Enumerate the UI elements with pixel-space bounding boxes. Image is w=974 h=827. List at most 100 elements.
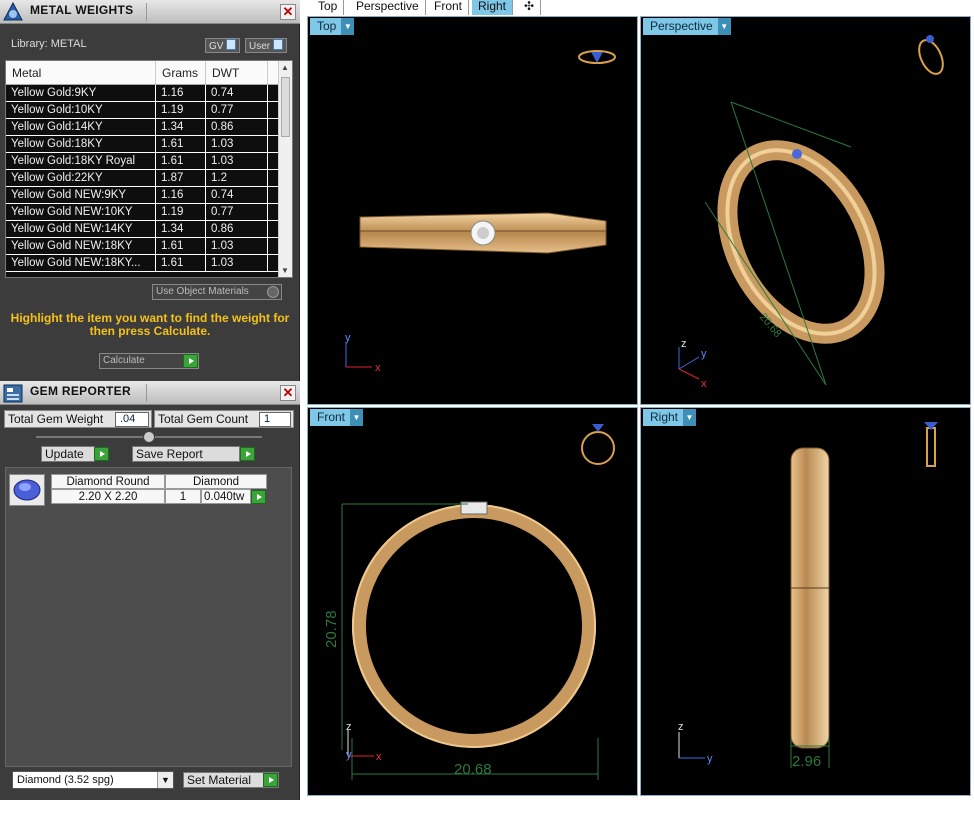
metal-table[interactable]: Metal Grams DWT Yellow Gold:9KY 1.16 0.74 Y… <box>5 60 293 278</box>
gem-list: Diamond Round Diamond 2.20 X 2.20 1 0.04… <box>5 467 292 767</box>
panel-grip[interactable] <box>146 384 276 402</box>
toggle-knob-icon <box>273 39 284 50</box>
svg-text:z: z <box>678 721 684 733</box>
metal-cell: Yellow Gold:18KY <box>6 136 156 152</box>
metal-cell: Yellow Gold:22KY <box>6 170 156 186</box>
scroll-up-icon[interactable]: ▲ <box>281 63 289 72</box>
table-row[interactable]: Yellow Gold NEW:18KY 1.61 1.03 <box>6 238 292 255</box>
gem-thumbnail[interactable] <box>9 474 45 506</box>
scroll-thumb[interactable] <box>281 77 290 137</box>
table-row[interactable]: Yellow Gold NEW:14KY 1.34 0.86 <box>6 221 292 238</box>
table-header: Metal Grams DWT <box>6 61 292 85</box>
ring-thumbnail-icon <box>578 50 616 64</box>
viewport-perspective[interactable]: Perspective ▼ 20.68 z y x <box>640 16 971 405</box>
metal-cell: Yellow Gold:10KY <box>6 102 156 118</box>
viewport-right[interactable]: Right ▼ 2.96 z y <box>640 407 971 796</box>
svg-text:y: y <box>345 332 351 344</box>
left-panel: METAL WEIGHTS ✕ Library: METAL GV User M… <box>0 0 300 800</box>
table-row[interactable]: Yellow Gold NEW:10KY 1.19 0.77 <box>6 204 292 221</box>
grams-cell: 1.34 <box>156 221 206 237</box>
column-header-dwt[interactable]: DWT <box>206 61 268 84</box>
table-row[interactable]: Yellow Gold:18KY Royal 1.61 1.03 <box>6 153 292 170</box>
front-view-canvas: 20.78 20.68 z y x <box>323 424 615 780</box>
table-row[interactable]: Yellow Gold NEW:18KY... 1.61 1.03 <box>6 255 292 272</box>
gem-go-icon[interactable] <box>251 490 266 504</box>
tab-perspective[interactable]: Perspective <box>350 0 426 15</box>
gv-toggle[interactable]: GV <box>205 38 241 53</box>
close-icon[interactable]: ✕ <box>280 385 296 401</box>
table-row[interactable]: Yellow Gold:18KY 1.61 1.03 <box>6 136 292 153</box>
material-select[interactable]: Diamond (3.52 spg) ▼ <box>12 771 174 789</box>
viewport-tabs: Top Perspective Front Right ✣ <box>306 0 974 15</box>
axis-indicator-icon: y x <box>345 332 381 374</box>
material-select-value: Diamond (3.52 spg) <box>17 774 114 786</box>
dwt-cell: 1.03 <box>206 255 268 271</box>
tab-top[interactable]: Top <box>312 0 345 15</box>
table-row[interactable]: Yellow Gold:22KY 1.87 1.2 <box>6 170 292 187</box>
grams-cell: 1.19 <box>156 102 206 118</box>
gem-count: 1 <box>165 489 201 504</box>
ring-perspective-view <box>717 140 885 344</box>
column-header-grams[interactable]: Grams <box>156 61 206 84</box>
dwt-cell: 0.77 <box>206 102 268 118</box>
ring-thumbnail-icon <box>924 422 938 467</box>
instruction-text: Highlight the item you want to find the … <box>10 311 290 338</box>
metal-cell: Yellow Gold NEW:18KY <box>6 238 156 254</box>
use-object-materials-toggle[interactable]: Use Object Materials <box>152 284 282 300</box>
gv-label: GV <box>209 41 224 52</box>
chevron-down-icon[interactable]: ▼ <box>157 772 173 788</box>
grams-cell: 1.19 <box>156 204 206 220</box>
right-width-dimension: 2.96 <box>792 753 821 770</box>
svg-text:x: x <box>376 751 382 763</box>
grams-cell: 1.61 <box>156 255 206 271</box>
dwt-cell: 0.86 <box>206 119 268 135</box>
round-diamond-icon <box>13 479 41 501</box>
grams-cell: 1.34 <box>156 119 206 135</box>
dwt-cell: 0.74 <box>206 187 268 203</box>
svg-text:x: x <box>701 378 707 390</box>
tab-right[interactable]: Right <box>472 0 514 15</box>
svg-text:z: z <box>681 338 687 350</box>
front-width-dimension: 20.68 <box>454 761 492 778</box>
save-report-go-icon[interactable] <box>240 447 255 461</box>
set-material-go-icon[interactable] <box>263 773 278 787</box>
grams-cell: 1.16 <box>156 85 206 101</box>
table-row[interactable]: Yellow Gold:10KY 1.19 0.77 <box>6 102 292 119</box>
update-go-icon[interactable] <box>94 447 109 461</box>
add-tab-icon[interactable]: ✣ <box>518 0 542 15</box>
panel-grip[interactable] <box>146 3 276 21</box>
dwt-cell: 1.03 <box>206 238 268 254</box>
table-row[interactable]: Yellow Gold:14KY 1.34 0.86 <box>6 119 292 136</box>
dwt-cell: 1.03 <box>206 153 268 169</box>
total-gem-weight-value: .04 <box>115 412 149 427</box>
ring-front-view <box>352 501 596 748</box>
user-toggle[interactable]: User <box>245 38 288 53</box>
scroll-down-icon[interactable]: ▼ <box>281 266 289 275</box>
update-button[interactable]: Update <box>41 446 95 462</box>
perspective-view-canvas: 20.68 z y x <box>678 35 944 390</box>
svg-text:y: y <box>701 348 707 360</box>
metal-weights-title: METAL WEIGHTS <box>30 3 134 17</box>
ring-thumbnail-icon <box>581 424 615 465</box>
column-header-metal[interactable]: Metal <box>6 61 156 84</box>
tab-front[interactable]: Front <box>428 0 470 15</box>
table-row[interactable]: Yellow Gold NEW:9KY 1.16 0.74 <box>6 187 292 204</box>
axis-indicator-icon: z y <box>678 721 713 765</box>
metal-cell: Yellow Gold NEW:14KY <box>6 221 156 237</box>
viewport-top[interactable]: Top ▼ y x <box>307 16 638 405</box>
metal-cell: Yellow Gold:9KY <box>6 85 156 101</box>
dwt-cell: 0.86 <box>206 221 268 237</box>
right-view-canvas: 2.96 z y <box>678 422 938 770</box>
table-row[interactable]: Yellow Gold:9KY 1.16 0.74 <box>6 85 292 102</box>
calculate-go-icon[interactable] <box>183 354 198 368</box>
ring-top-view <box>359 212 607 254</box>
viewport-front[interactable]: Front ▼ 20.78 20.68 z y x <box>307 407 638 796</box>
front-height-dimension: 20.78 <box>323 610 340 648</box>
axis-indicator-icon: z y x <box>346 721 382 763</box>
gem-slider-knob[interactable] <box>143 431 155 443</box>
radio-dot-icon <box>267 286 279 298</box>
table-scrollbar[interactable]: ▲ ▼ <box>278 61 292 277</box>
svg-text:x: x <box>375 362 381 374</box>
save-report-button[interactable]: Save Report <box>132 446 240 462</box>
close-icon[interactable]: ✕ <box>280 4 296 20</box>
